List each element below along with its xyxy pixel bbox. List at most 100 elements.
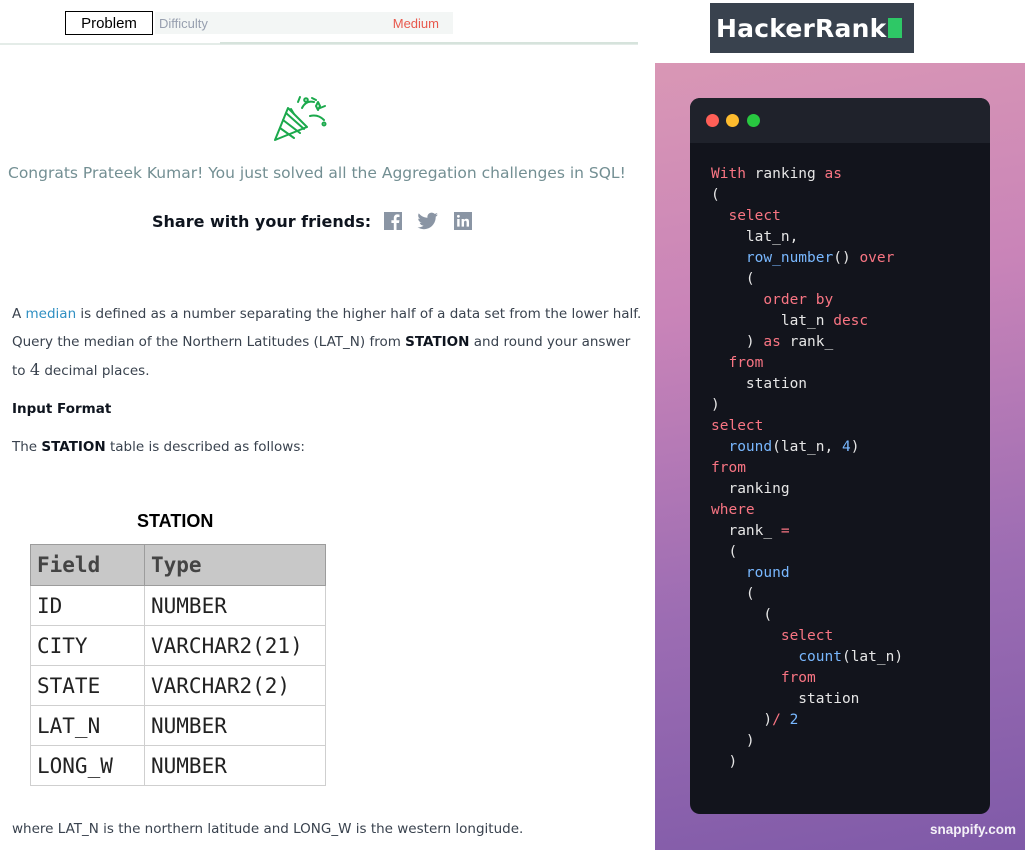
median-link[interactable]: median [26,306,77,322]
code-line: ) [711,395,903,416]
problem-panel: Problem Difficulty Medium Congrats Prate… [0,0,642,861]
table-cell: ID [30,585,145,626]
station-bold: STATION [405,334,470,350]
code-line: count(lat_n) [711,647,903,668]
linkedin-icon[interactable] [453,211,473,231]
difficulty-value: Medium [392,15,439,31]
code-token: count [798,649,842,665]
code-token: ) [711,334,764,350]
window-minimize-dot [726,114,739,127]
facebook-icon[interactable] [383,211,403,231]
code-token: ranking [711,481,790,497]
difficulty-label: Difficulty [159,15,208,31]
twitter-icon[interactable] [417,211,439,231]
hackerrank-logo-text: HackerRank [716,13,887,43]
code-token: ( [711,271,755,287]
code-line: ) [711,752,903,773]
table-row: ID NUMBER [30,585,326,626]
code-token: rank_ [711,523,781,539]
code-token: round [745,565,790,581]
decimal-places-number: 4 [29,360,41,379]
code-window: With ranking as ( select lat_n, row_numbe… [690,98,990,814]
window-maximize-dot [747,114,760,127]
code-token: 2 [789,712,799,728]
code-line: order by [711,290,903,311]
table-cell: NUMBER [144,705,326,746]
table-cell: LAT_N [30,705,145,746]
input-format-heading: Input Format [12,401,112,417]
share-icons [383,211,473,231]
problem-paragraph-3: to 4 decimal places. [12,360,150,379]
code-token: ) [850,439,860,455]
code-line: ) [711,731,903,752]
table-cell: STATE [30,665,145,706]
code-line: row_number() over [711,248,903,269]
table-cell: CITY [30,625,145,666]
table-row: LONG_W NUMBER [30,745,326,786]
code-token: station [711,376,808,392]
problem-paragraph-4: The STATION table is described as follow… [12,439,305,455]
code-token: row_number [745,250,834,266]
code-line: select [711,626,903,647]
hackerrank-logo: HackerRank [710,3,914,53]
code-token: as [763,334,781,350]
sql-code: With ranking as ( select lat_n, row_numbe… [711,164,903,773]
congrats-message: Congrats Prateek Kumar! You just solved … [8,164,626,182]
table-row: CITY VARCHAR2(21) [30,625,326,666]
code-line: ranking [711,479,903,500]
code-token: (lat_n, [772,439,842,455]
station-bold-2: STATION [41,439,106,455]
code-line: rank_ = [711,521,903,542]
p4-suffix: table is described as follows: [105,439,305,455]
code-token: 4 [841,439,851,455]
code-token: = [780,523,790,539]
code-line: from [711,668,903,689]
code-line: ) as rank_ [711,332,903,353]
code-token: ( [711,544,738,560]
code-line: ( [711,605,903,626]
footer-note: where LAT_N is the northern latitude and… [12,821,524,837]
code-token: desc [833,313,869,329]
code-token: where [711,502,755,518]
code-token: from [780,670,816,686]
code-line: station [711,689,903,710]
code-token: lat_n [711,313,834,329]
code-token: select [780,628,834,644]
p1-suffix: is defined as a number separating the hi… [76,306,642,322]
code-line: from [711,458,903,479]
table-row: STATE VARCHAR2(2) [30,665,326,706]
p2-prefix: Query the median of the Northern Latitud… [12,334,406,350]
code-line: lat_n desc [711,311,903,332]
code-line: ( [711,584,903,605]
window-close-dot [706,114,719,127]
code-token: / [772,712,781,728]
code-token: as [824,166,842,182]
code-line: With ranking as [711,164,903,185]
table-cell: NUMBER [144,585,326,626]
p1-prefix: A [12,306,26,322]
code-line: ( [711,542,903,563]
code-token: over [859,250,895,266]
code-window-titlebar [690,98,990,143]
code-token: ) [711,754,738,770]
share-row: Share with your friends: [152,210,473,232]
code-token: lat_n, [711,229,799,245]
difficulty-indicator: Difficulty Medium [155,12,453,34]
tab-problem[interactable]: Problem [65,11,153,35]
code-token: from [728,355,764,371]
snappify-credit: snappify.com [930,822,1017,837]
p3-prefix: to [12,363,30,379]
code-token: station [711,691,860,707]
table-cell: LONG_W [30,745,145,786]
p2-suffix: and round your answer [469,334,631,350]
code-line: select [711,206,903,227]
code-token: (lat_n) [841,649,904,665]
table-cell: NUMBER [144,745,326,786]
table-cell: VARCHAR2(21) [144,625,326,666]
code-line: lat_n, [711,227,903,248]
